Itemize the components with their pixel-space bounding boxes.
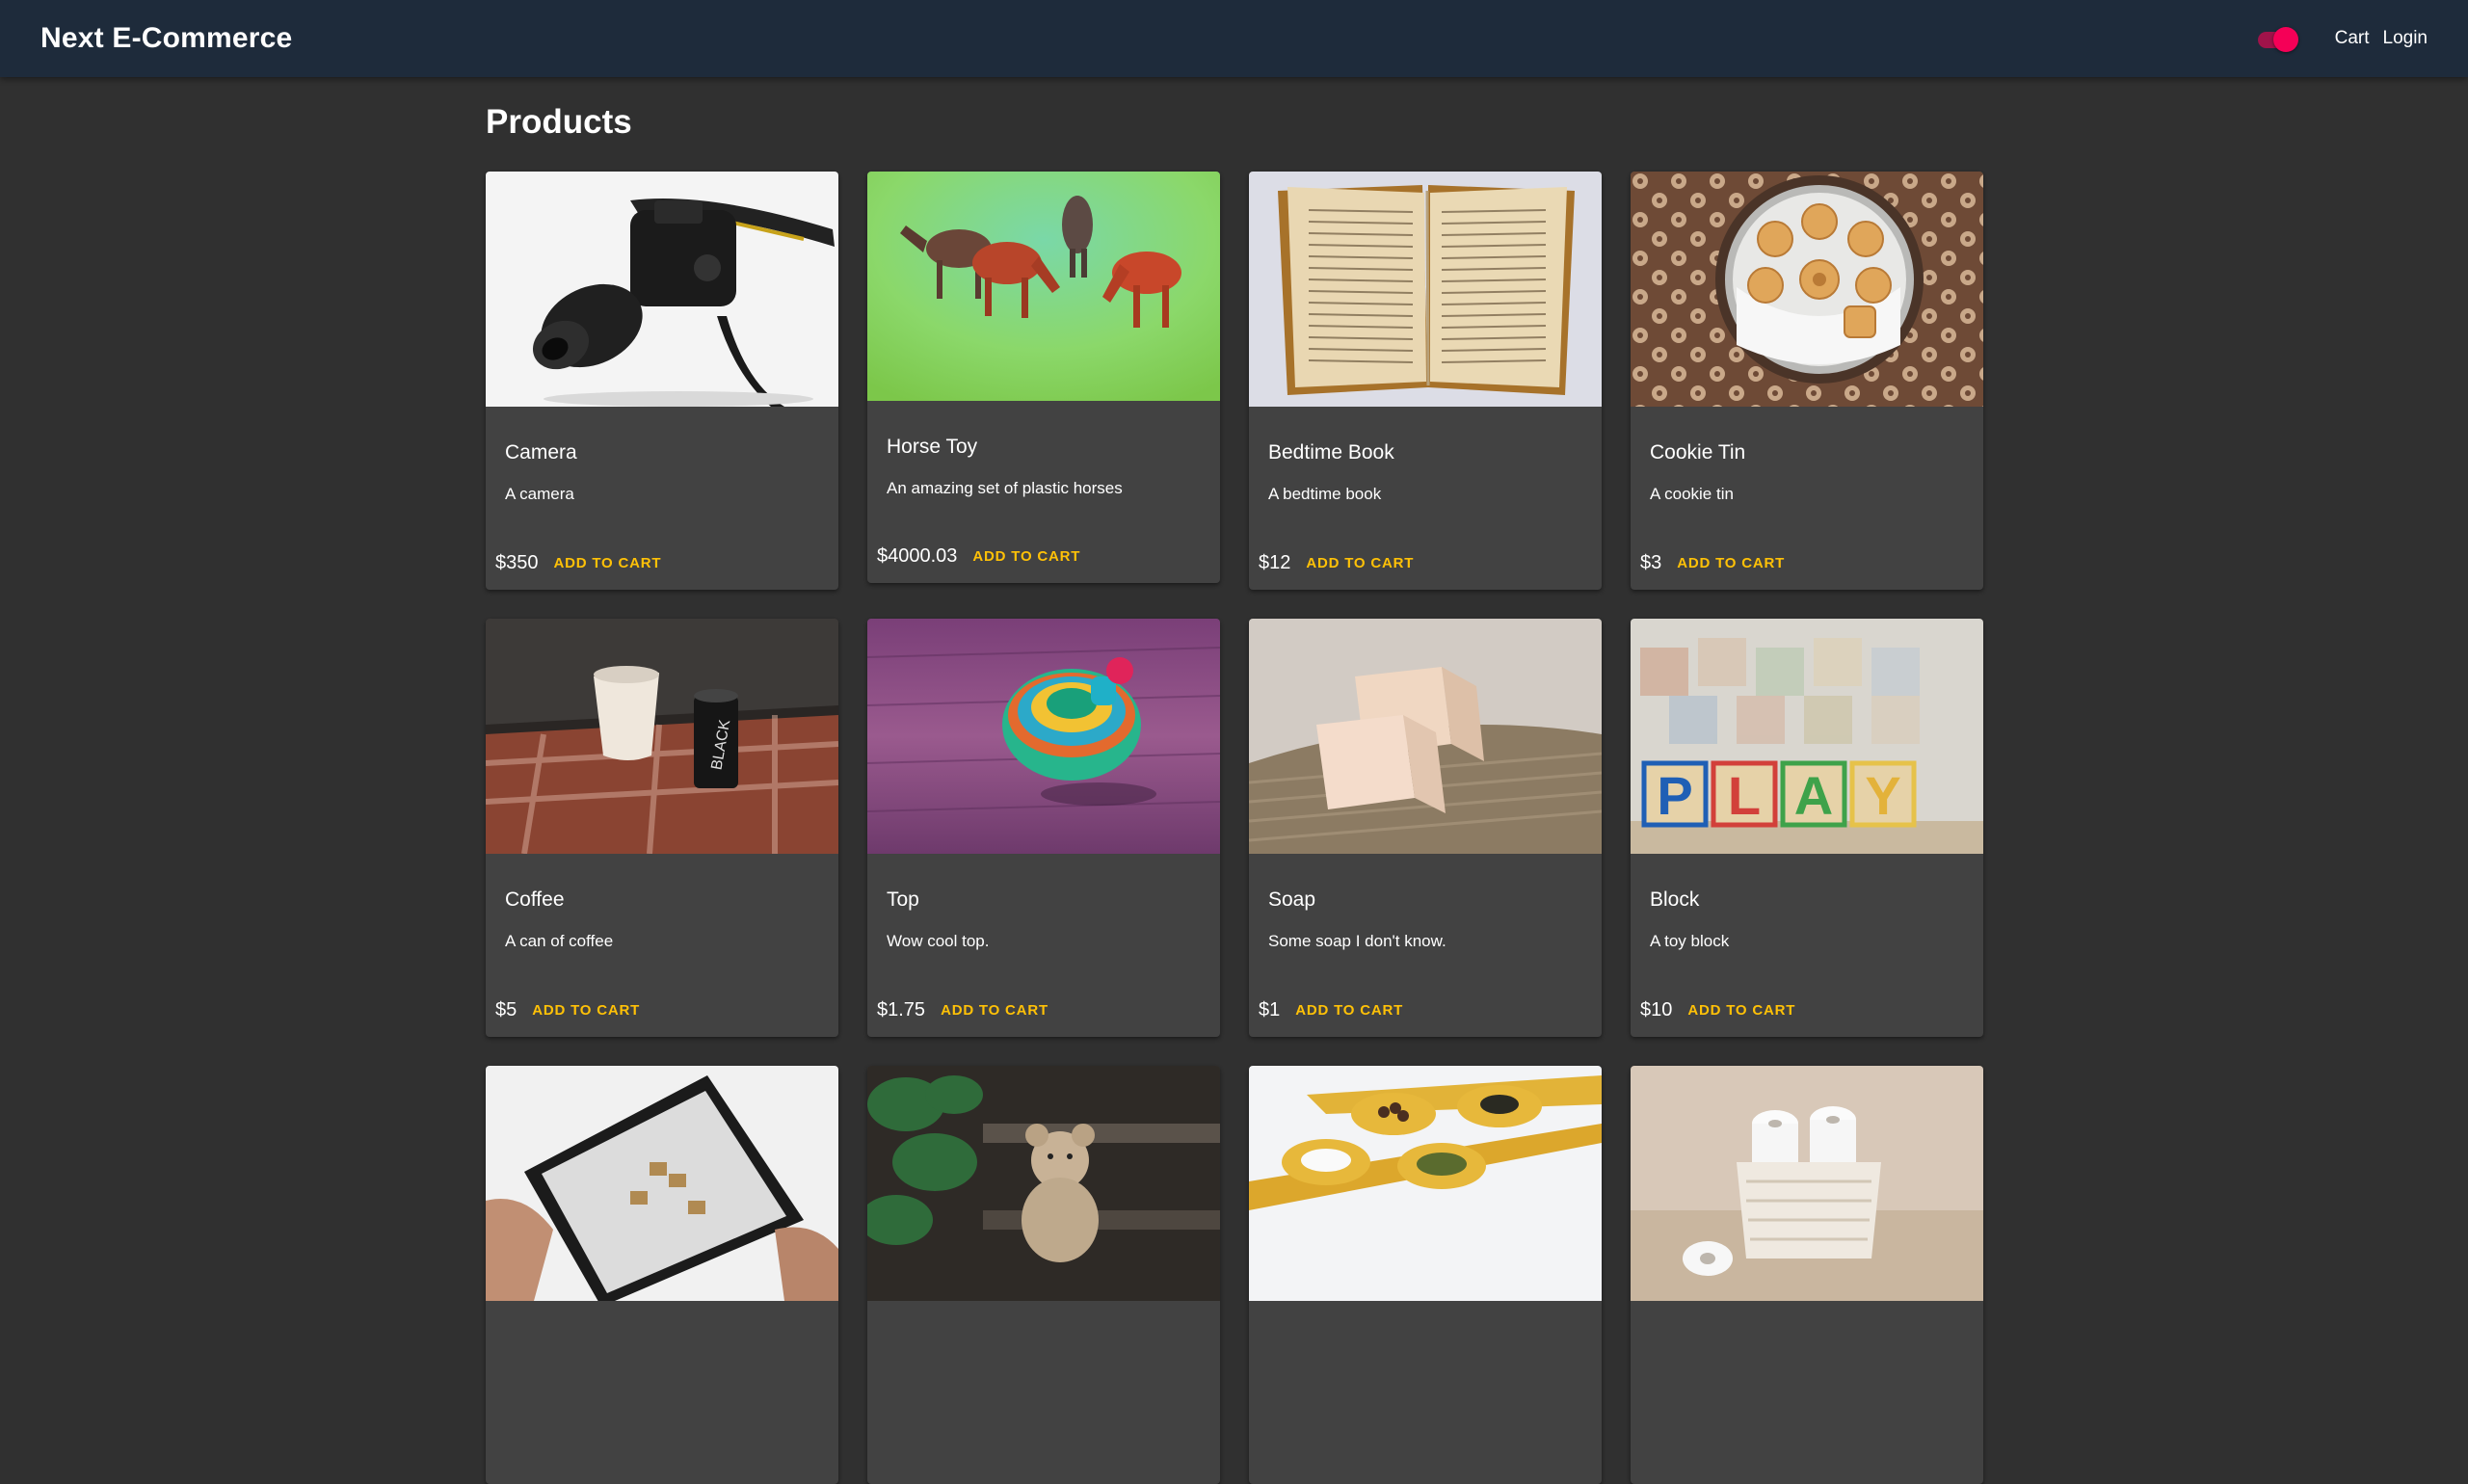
svg-text:L: L [1728,765,1761,826]
card-actions: $5 ADD TO CART [495,999,640,1021]
product-description: A bedtime book [1268,485,1382,503]
product-image-tablet [486,1066,838,1301]
product-card: Cookie Tin A cookie tin $3 ADD TO CART [1631,172,1983,590]
product-image-soap [1249,619,1602,854]
add-to-cart-button[interactable]: ADD TO CART [532,1002,640,1019]
product-price: $350 [495,552,539,573]
product-image-horses [867,172,1220,401]
product-image-cookies [1631,172,1983,407]
product-description: Wow cool top. [887,932,990,950]
card-actions: $4000.03 ADD TO CART [877,545,1080,568]
product-price: $12 [1259,552,1291,573]
page-title: Products [486,103,632,141]
product-description: A cookie tin [1650,485,1734,503]
card-actions: $12 ADD TO CART [1259,552,1414,574]
card-actions: $350 ADD TO CART [495,552,661,574]
toggle-thumb [2272,27,2298,52]
product-card [867,1066,1220,1484]
product-title: Soap [1268,888,1316,911]
product-card: Bedtime Book A bedtime book $12 ADD TO C… [1249,172,1602,590]
product-price: $4000.03 [877,545,958,567]
add-to-cart-button[interactable]: ADD TO CART [1677,555,1785,571]
product-card [1249,1066,1602,1484]
add-to-cart-button[interactable]: ADD TO CART [1306,555,1414,571]
theme-toggle[interactable] [2256,19,2300,58]
app-bar: Next E-Commerce Cart Login [0,0,2468,77]
card-actions: $3 ADD TO CART [1640,552,1785,574]
svg-text:A: A [1794,765,1833,826]
card-actions: $10 ADD TO CART [1640,999,1795,1021]
product-description: A camera [505,485,574,503]
product-image-spinning-top [867,619,1220,854]
product-image-play-blocks: P L A Y [1631,619,1983,854]
product-card: Soap Some soap I don't know. $1 ADD TO C… [1249,619,1602,1037]
product-card: BLACK Coffee A can of coffee $5 ADD TO C… [486,619,838,1037]
product-description: Some soap I don't know. [1268,932,1446,950]
product-image-spice-spoons [1249,1066,1602,1301]
product-description: A can of coffee [505,932,614,950]
product-description: A toy block [1650,932,1730,950]
product-price: $3 [1640,552,1662,573]
product-image-camera [486,172,838,407]
add-to-cart-button[interactable]: ADD TO CART [554,555,662,571]
product-title: Coffee [505,888,565,911]
svg-text:Y: Y [1865,765,1900,826]
add-to-cart-button[interactable]: ADD TO CART [1687,1002,1795,1019]
product-price: $10 [1640,999,1673,1020]
product-image-coffee: BLACK [486,619,838,854]
add-to-cart-button[interactable]: ADD TO CART [972,548,1080,565]
product-title: Top [887,888,919,911]
card-actions: $1 ADD TO CART [1259,999,1403,1021]
cart-link[interactable]: Cart [2335,28,2370,49]
product-card: Camera A camera $350 ADD TO CART [486,172,838,590]
product-title: Horse Toy [887,436,978,458]
product-price: $1.75 [877,999,926,1020]
card-actions: $1.75 ADD TO CART [877,999,1048,1021]
svg-text:P: P [1657,765,1692,826]
product-description: An amazing set of plastic horses [887,479,1123,497]
brand-title[interactable]: Next E-Commerce [40,22,292,55]
product-grid: Camera A camera $350 ADD TO CART Horse T… [486,172,1983,1484]
product-title: Bedtime Book [1268,441,1394,464]
product-card: Top Wow cool top. $1.75 ADD TO CART [867,619,1220,1037]
product-image-teddy-bear [867,1066,1220,1301]
add-to-cart-button[interactable]: ADD TO CART [941,1002,1048,1019]
product-price: $1 [1259,999,1281,1020]
product-title: Block [1650,888,1700,911]
product-price: $5 [495,999,517,1020]
product-title: Cookie Tin [1650,441,1746,464]
login-link[interactable]: Login [2383,28,2428,49]
product-image-book [1249,172,1602,407]
add-to-cart-button[interactable]: ADD TO CART [1295,1002,1403,1019]
product-card [486,1066,838,1484]
product-image-toilet-paper [1631,1066,1983,1301]
product-card: P L A Y Block A toy block $10 ADD TO CAR… [1631,619,1983,1037]
product-card: Horse Toy An amazing set of plastic hors… [867,172,1220,583]
product-title: Camera [505,441,577,464]
product-card [1631,1066,1983,1484]
